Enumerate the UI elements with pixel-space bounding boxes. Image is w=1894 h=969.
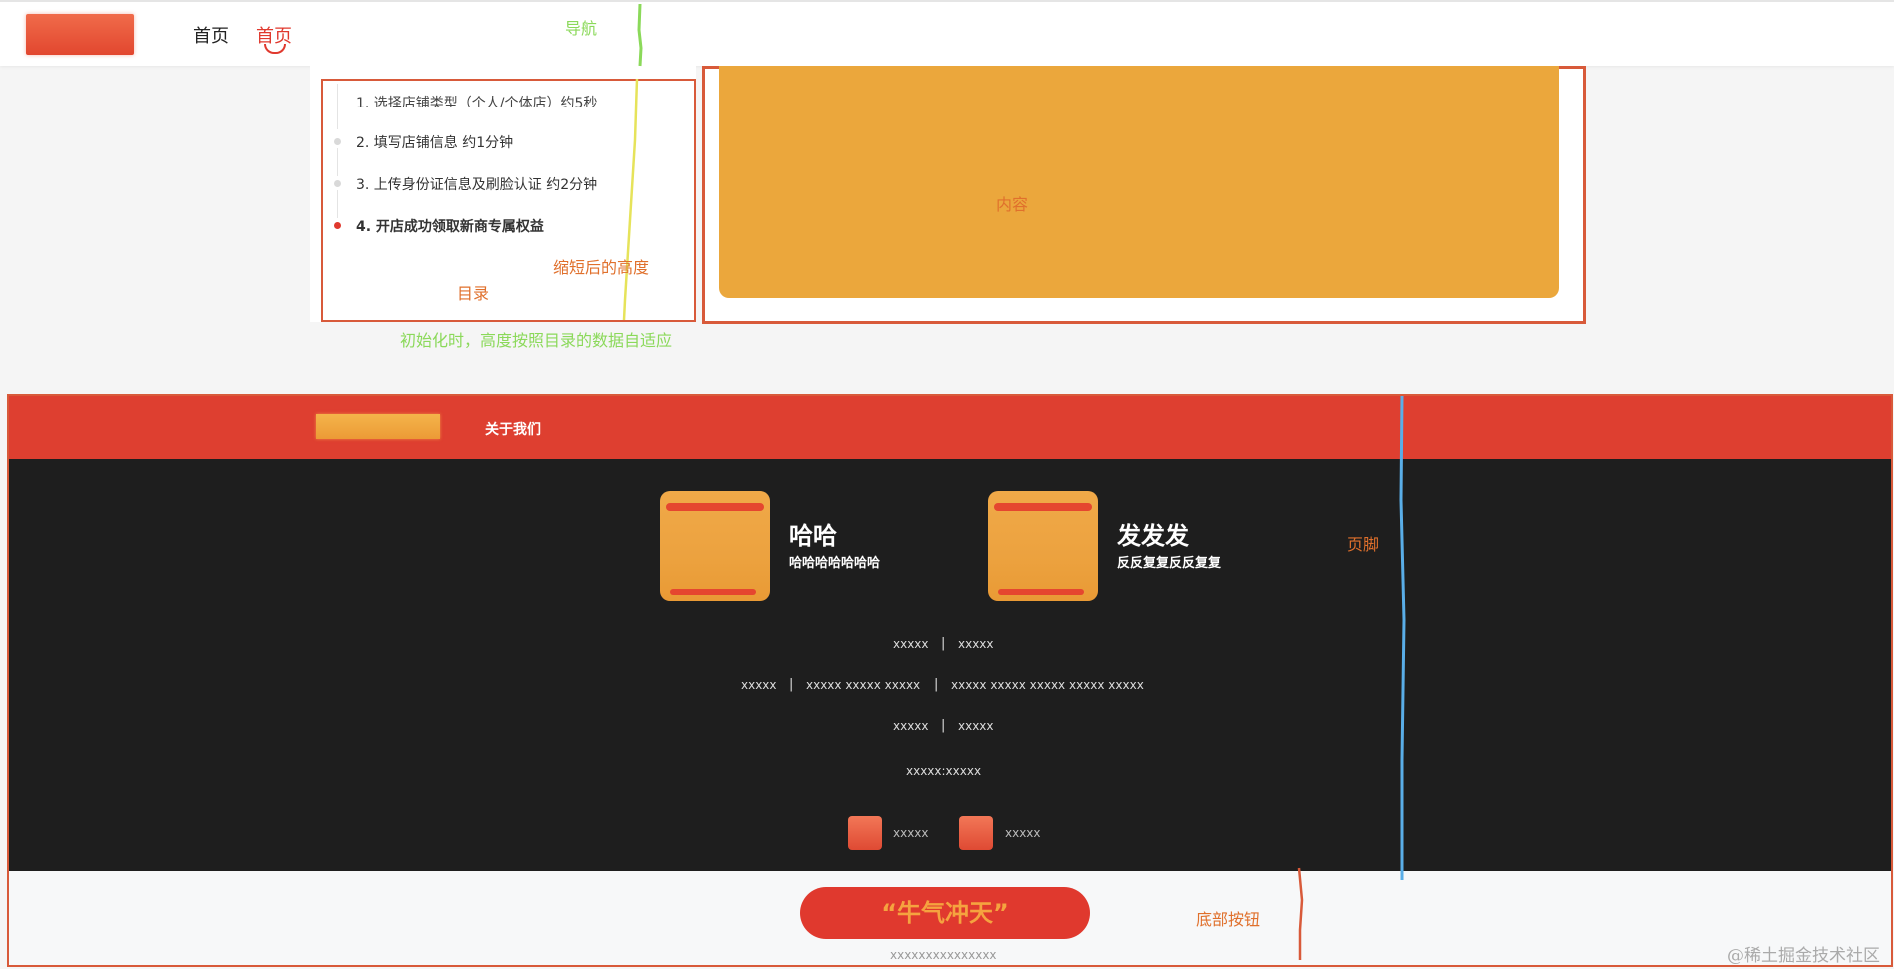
annotation-init-note: 初始化时，高度按照目录的数据自适应 (400, 331, 673, 350)
annotation-nav: 导航 (565, 19, 598, 38)
annotation-footer: 页脚 (1347, 535, 1380, 554)
annotation-lines (622, 3, 1406, 960)
annotation-shortened-height: 缩短后的高度 (553, 258, 650, 277)
annotation-catalog: 目录 (457, 284, 490, 303)
annotation-bottom-button: 底部按钮 (1196, 910, 1261, 929)
annotation-content: 内容 (996, 195, 1029, 214)
watermark: @稀土掘金技术社区 (1727, 946, 1880, 966)
